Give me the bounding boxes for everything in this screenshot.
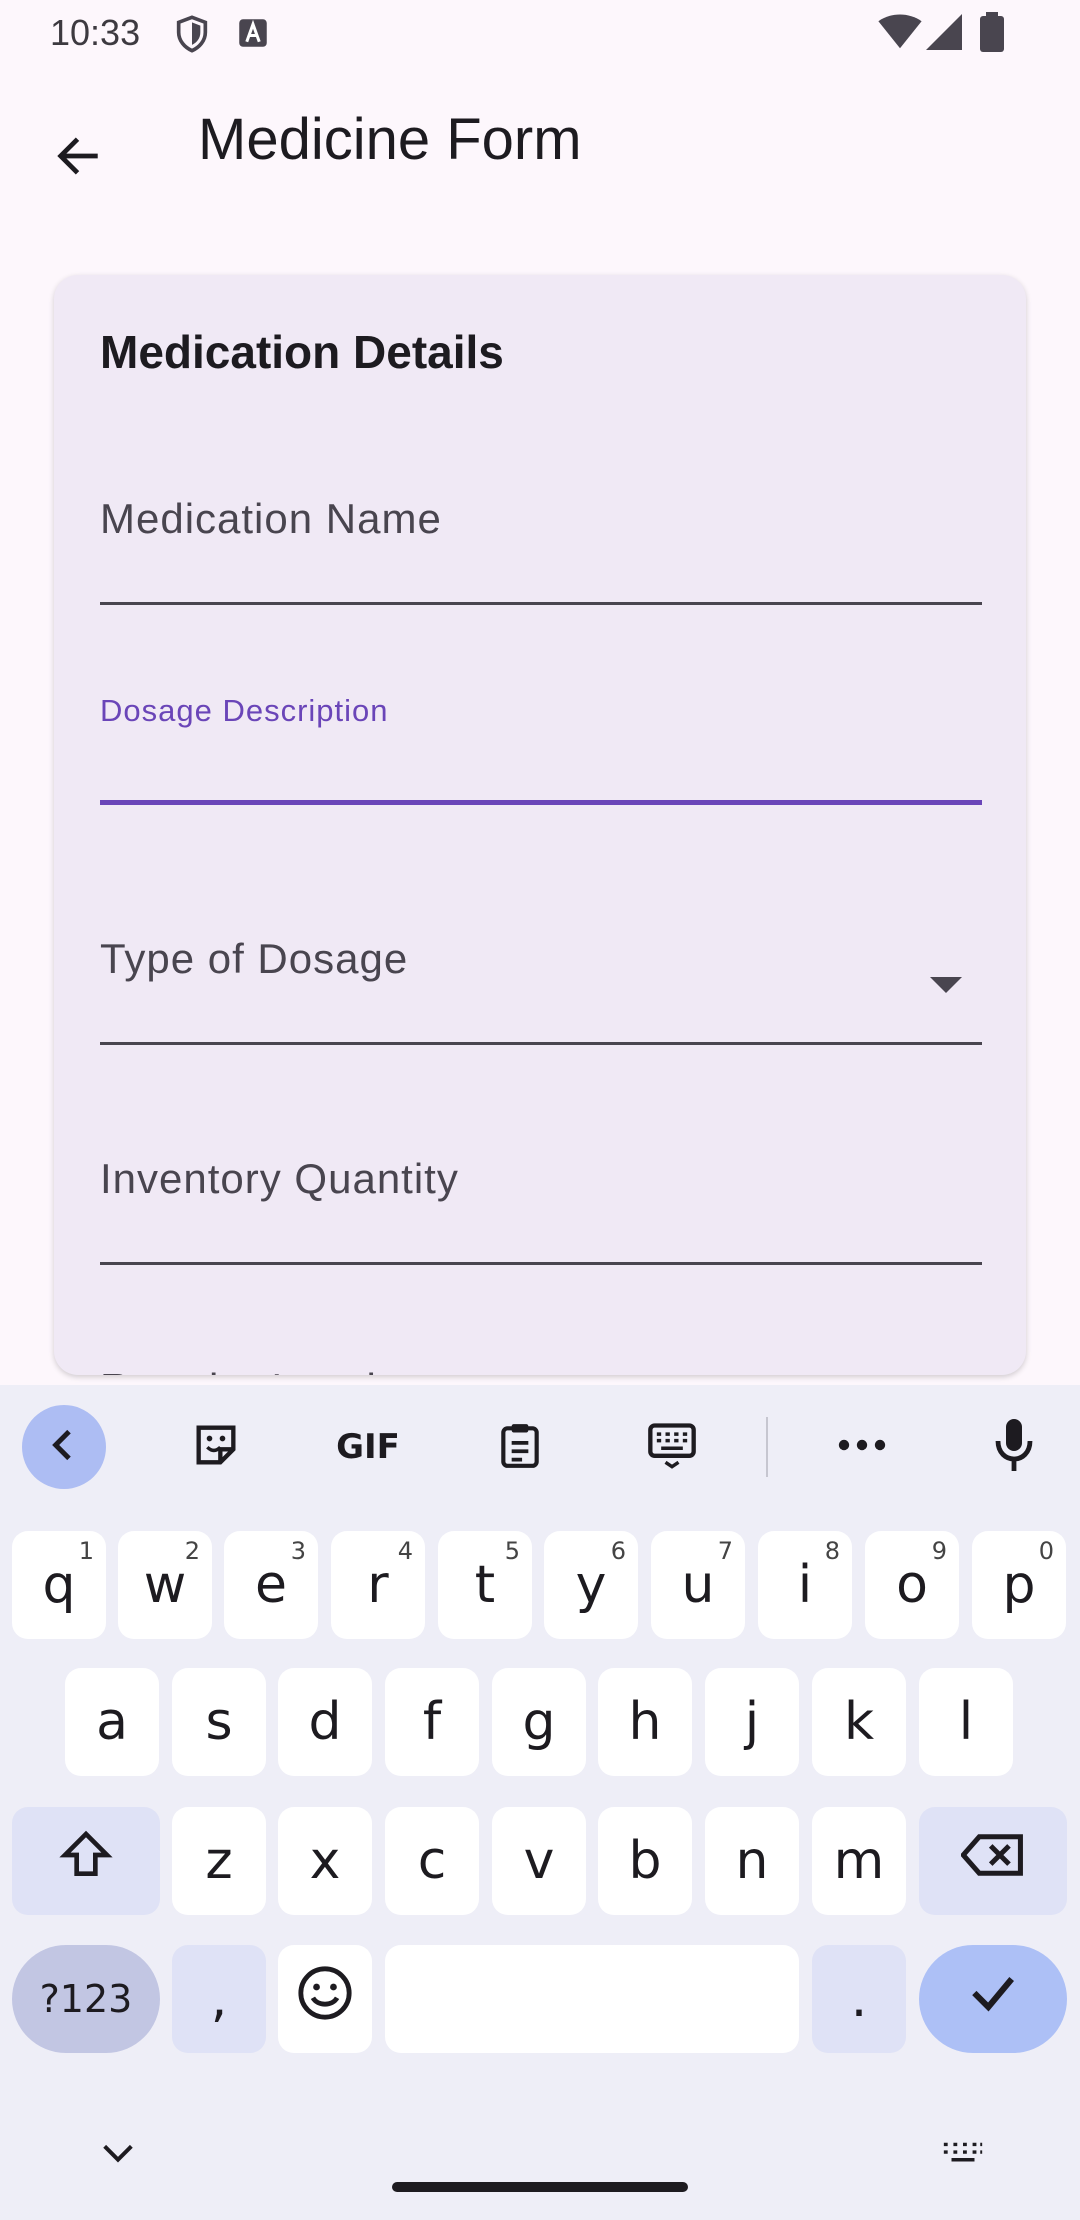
key-i[interactable]: i8 — [758, 1531, 852, 1639]
key-r[interactable]: r4 — [331, 1531, 425, 1639]
toolbar-back-button[interactable] — [22, 1405, 106, 1489]
wifi-icon — [878, 14, 922, 55]
medication-details-card: Medication Details Medication Name Dosag… — [54, 275, 1026, 1375]
key-b[interactable]: b — [598, 1807, 692, 1915]
inventory-quantity-field[interactable]: Inventory Quantity — [100, 1155, 982, 1267]
key-u[interactable]: u7 — [651, 1531, 745, 1639]
key-g[interactable]: g — [492, 1668, 586, 1776]
key-p[interactable]: p0 — [972, 1531, 1066, 1639]
medication-name-label: Medication Name — [100, 495, 442, 542]
emoji-icon — [296, 1964, 354, 2035]
dosage-description-label: Dosage Description — [100, 693, 389, 728]
more-icon — [838, 1437, 886, 1458]
key-s[interactable]: s — [172, 1668, 266, 1776]
page-title: Medicine Form — [198, 107, 582, 172]
voice-input-button[interactable] — [972, 1405, 1056, 1489]
more-options-button[interactable] — [820, 1405, 904, 1489]
key-z[interactable]: z — [172, 1807, 266, 1915]
clipboard-icon — [495, 1420, 545, 1475]
key-o[interactable]: o9 — [865, 1531, 959, 1639]
period-key[interactable]: . — [812, 1945, 906, 2053]
key-a[interactable]: a — [65, 1668, 159, 1776]
key-l[interactable]: l — [919, 1668, 1013, 1776]
type-of-dosage-underline — [100, 1042, 982, 1045]
status-time: 10:33 — [50, 12, 141, 53]
sticker-button[interactable] — [174, 1405, 258, 1489]
sticker-icon — [190, 1419, 242, 1476]
symbols-key[interactable]: ?123 — [12, 1945, 160, 2053]
backspace-icon — [959, 1831, 1025, 1892]
key-y[interactable]: y6 — [544, 1531, 638, 1639]
key-h[interactable]: h — [598, 1668, 692, 1776]
medication-name-underline — [100, 602, 982, 605]
gif-icon: GIF — [336, 1427, 400, 1467]
backspace-key[interactable] — [919, 1807, 1067, 1915]
keyboard-switch-button[interactable] — [940, 2138, 986, 2175]
key-c[interactable]: c — [385, 1807, 479, 1915]
key-w[interactable]: w2 — [118, 1531, 212, 1639]
battery-icon — [980, 12, 1004, 57]
shift-key[interactable] — [12, 1807, 160, 1915]
done-key[interactable] — [919, 1945, 1067, 2053]
dosage-description-underline — [100, 800, 982, 805]
medication-name-field[interactable]: Medication Name — [100, 495, 982, 607]
key-x[interactable]: x — [278, 1807, 372, 1915]
dosage-description-field[interactable]: Dosage Description — [100, 693, 982, 808]
next-field-label-partial[interactable]: Reorder Level — [100, 1365, 377, 1375]
dropdown-arrow-icon — [930, 977, 962, 993]
key-n[interactable]: n — [705, 1807, 799, 1915]
a-box-icon — [238, 18, 268, 53]
key-e[interactable]: e3 — [224, 1531, 318, 1639]
keyboard-toolbar: GIF — [0, 1385, 1080, 1505]
key-k[interactable]: k — [812, 1668, 906, 1776]
inventory-quantity-underline — [100, 1262, 982, 1265]
keyboard-switch-icon — [940, 2142, 986, 2174]
mic-icon — [990, 1417, 1038, 1478]
space-bar[interactable] — [385, 1945, 799, 2053]
emoji-key[interactable] — [278, 1945, 372, 2053]
inventory-quantity-label: Inventory Quantity — [100, 1155, 459, 1202]
card-title: Medication Details — [100, 326, 504, 378]
keyboard-icon — [646, 1419, 698, 1476]
status-bar: 10:33 — [0, 0, 1080, 66]
key-j[interactable]: j — [705, 1668, 799, 1776]
home-gesture-bar[interactable] — [392, 2182, 688, 2192]
app-bar: Medicine Form — [0, 66, 1080, 218]
signal-icon — [926, 14, 962, 55]
comma-key[interactable]: , — [172, 1945, 266, 2053]
back-chevron-icon — [44, 1425, 84, 1470]
type-of-dosage-dropdown[interactable]: Type of Dosage — [100, 935, 982, 1047]
arrow-back-icon — [52, 130, 104, 187]
shield-icon — [172, 14, 212, 59]
key-t[interactable]: t5 — [438, 1531, 532, 1639]
back-button[interactable] — [36, 116, 120, 200]
key-d[interactable]: d — [278, 1668, 372, 1776]
key-f[interactable]: f — [385, 1668, 479, 1776]
chevron-down-icon — [98, 2144, 138, 2172]
key-q[interactable]: q1 — [12, 1531, 106, 1639]
keyboard-layout-button[interactable] — [630, 1405, 714, 1489]
soft-keyboard: GIF q1 w2 e3 r4 t5 y6 u7 i8 o9 p 0 a s d… — [0, 1385, 1080, 2220]
toolbar-divider — [766, 1417, 768, 1477]
gif-button[interactable]: GIF — [326, 1405, 410, 1489]
key-v[interactable]: v — [492, 1807, 586, 1915]
key-m[interactable]: m — [812, 1807, 906, 1915]
type-of-dosage-label: Type of Dosage — [100, 935, 409, 982]
shift-icon — [58, 1827, 114, 1896]
hide-keyboard-button[interactable] — [98, 2138, 138, 2173]
checkmark-icon — [965, 1965, 1021, 2034]
clipboard-button[interactable] — [478, 1405, 562, 1489]
